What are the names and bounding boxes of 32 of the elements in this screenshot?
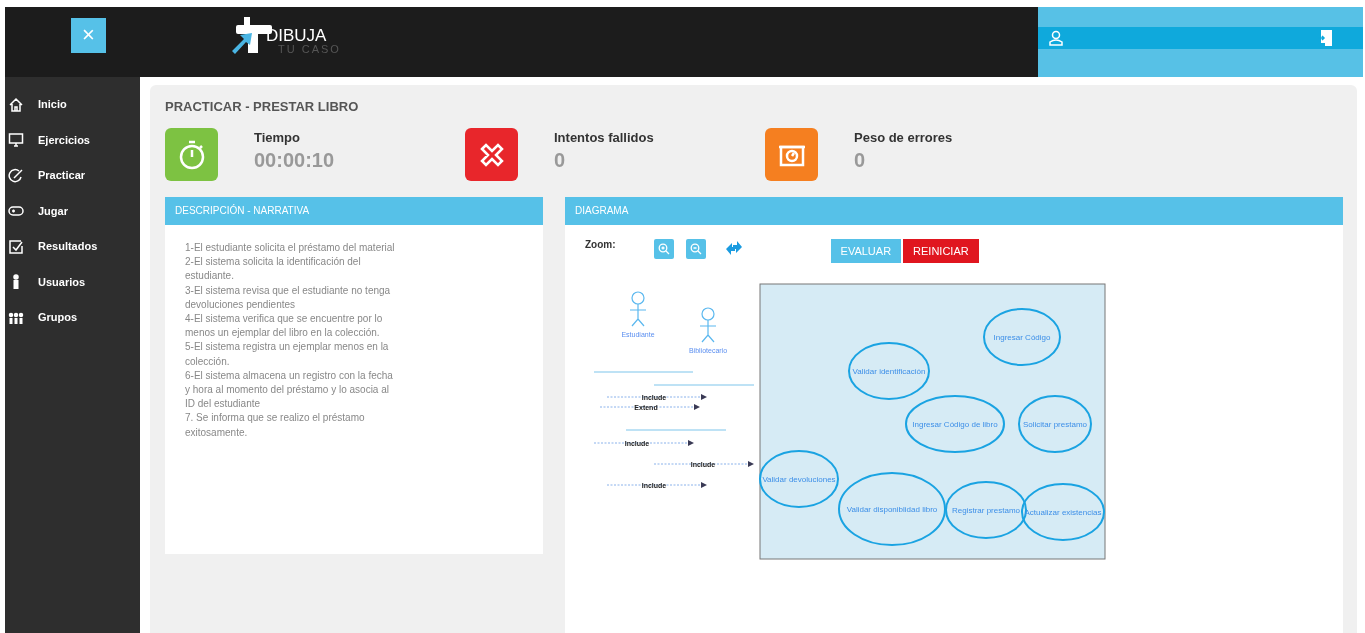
narrative-step: 4-El sistema verifica que se encuentre por lo menos un ejemplar del libro en la colección. <box>185 312 400 341</box>
stat-label: Intentos fallidos <box>554 130 654 145</box>
action-button[interactable]: REINICIAR <box>903 239 979 263</box>
narrative-step: 7. Se informa que se realizo el préstamo exitosamente. <box>185 411 400 440</box>
narrative-step: 2-El sistema solicita la identificación del estudiante. <box>185 255 400 284</box>
sidebar-item[interactable]: Resultados <box>5 229 140 265</box>
sidebar-item[interactable]: Usuarios <box>5 264 140 300</box>
use-case-name: Validar identificación <box>852 366 926 376</box>
zoom-label: Zoom: <box>585 239 616 250</box>
use-case-name: Solicitar prestamo <box>1023 419 1087 429</box>
use-case-name: Ingresar Código <box>993 332 1051 342</box>
sidebar-item[interactable]: Practicar <box>5 158 140 194</box>
sidebar-item[interactable]: Inicio <box>5 87 140 123</box>
narrative-step: 3-El sistema revisa que el estudiante no tenga devoluciones pendientes <box>185 283 400 312</box>
sidebar-item[interactable]: Ejercicios <box>5 122 140 158</box>
panel-header: DESCRIPCIÓN - NARRATIVA <box>165 197 543 225</box>
use-case-name: Registrar prestamo <box>952 505 1020 515</box>
sidebar-item[interactable]: Jugar <box>5 193 140 229</box>
narrative-step: 1-El estudiante solicita el préstamo del material <box>185 241 400 256</box>
stat-value: 0 <box>554 149 567 172</box>
sidebar-item[interactable]: Grupos <box>5 300 140 336</box>
stat-value: 00:00:10 <box>254 149 335 172</box>
use-case-name: Ingresar Código de libro <box>912 419 998 429</box>
stat-label: Tiempo <box>254 130 301 145</box>
narrative-step: 6-El sistema almacena un registro con la fecha y hora al momento del préstamo y lo asocia al ID del estudiante <box>185 368 400 412</box>
narrative-step: 5-El sistema registra un ejemplar menos en la colección. <box>185 340 400 369</box>
stat-value: 0 <box>854 149 867 172</box>
page-title: PRACTICAR - PRESTAR LIBRO <box>165 99 360 114</box>
use-case-name: Validar disponiblidad libro <box>846 504 938 514</box>
panel-header: DIAGRAMA <box>565 197 1343 225</box>
stat-label: Peso de errores <box>854 130 953 145</box>
use-case-name: Validar devoluciones <box>762 474 836 484</box>
